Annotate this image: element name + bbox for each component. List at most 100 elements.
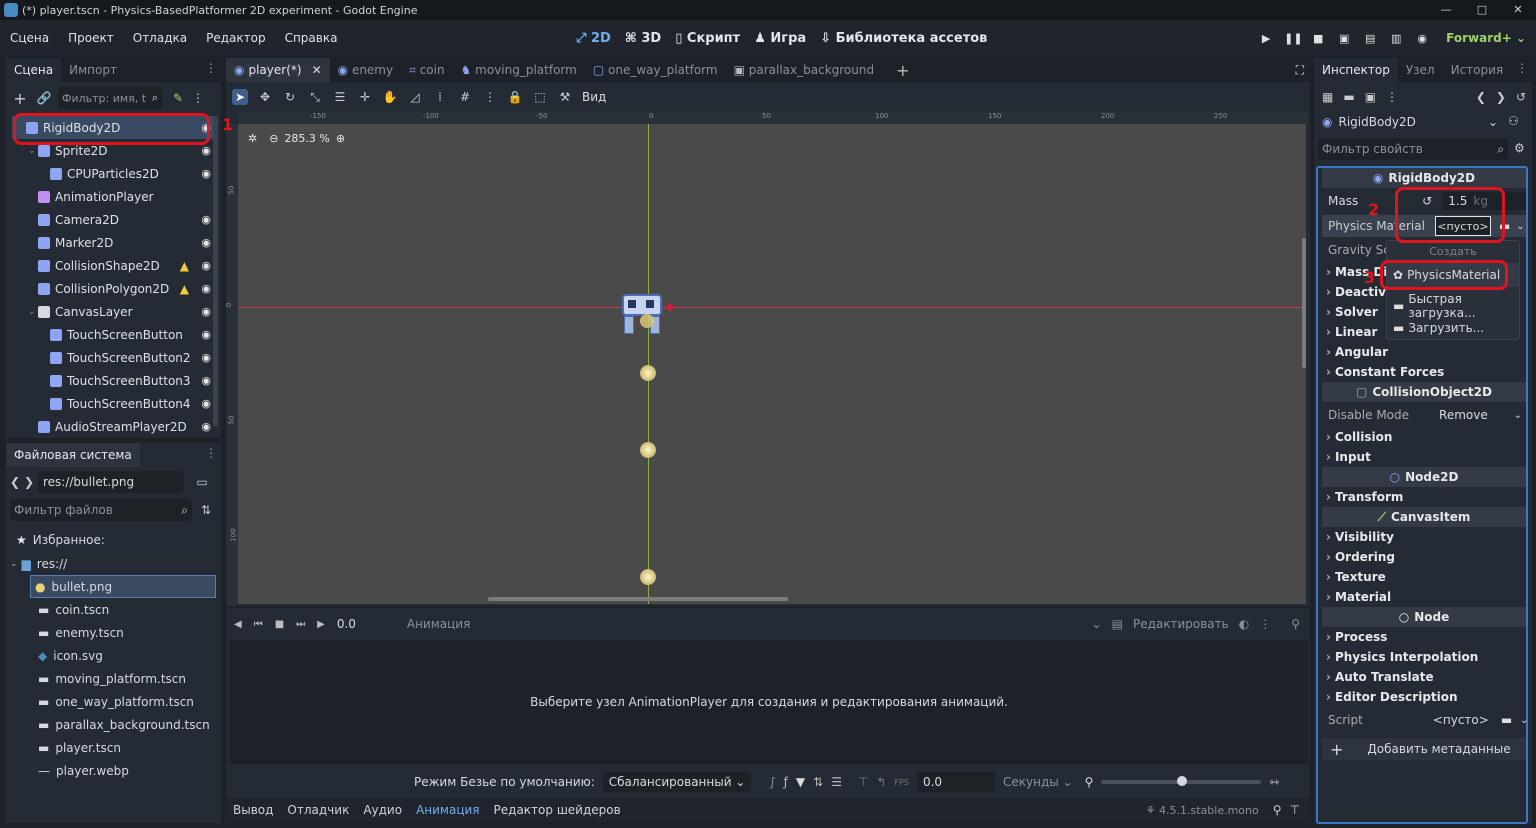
forward-icon[interactable]: ❯ xyxy=(24,475,38,489)
visibility-eye-icon[interactable]: ◉ xyxy=(201,259,211,272)
ruler-tool-icon[interactable]: ◿ xyxy=(407,89,423,105)
mode-script-button[interactable]: ▯ Скрипт xyxy=(675,31,740,46)
disable-mode-select[interactable]: Remove xyxy=(1439,408,1488,422)
zoom-slider[interactable] xyxy=(1101,776,1262,786)
view-menu[interactable]: Вид xyxy=(582,90,606,104)
animation-tools-icon[interactable]: ▤ xyxy=(1112,617,1123,631)
menu-debug[interactable]: Отладка xyxy=(123,31,196,45)
fs-root[interactable]: res:// xyxy=(37,557,67,571)
mode-game-button[interactable]: ♟ Игра xyxy=(754,31,806,46)
inspector-section[interactable]: › Auto Translate xyxy=(1322,667,1526,687)
anim-dropdown-icon[interactable]: ⌄ xyxy=(1092,617,1102,631)
animation-label[interactable]: Анимация xyxy=(407,617,470,631)
expand-bottom-icon[interactable]: ⊤ xyxy=(1290,803,1300,817)
play-scene-icon[interactable]: ▤ xyxy=(1362,32,1378,45)
scene-scrollbar[interactable] xyxy=(213,116,218,426)
v-scrollbar[interactable] xyxy=(1302,238,1306,368)
file-item[interactable]: ◆ icon.svg xyxy=(6,644,216,667)
open-resource-icon[interactable]: ▬ xyxy=(1343,90,1354,104)
tab-animation[interactable]: Анимация xyxy=(409,803,486,817)
smart-snap-icon[interactable]: ⁞ xyxy=(432,89,448,105)
zoom-out-icon[interactable]: ⊖ xyxy=(269,132,278,145)
fs-menu-icon[interactable]: ⋮ xyxy=(205,446,217,460)
movie-maker-icon[interactable]: ◉ xyxy=(1414,32,1430,45)
menu-scene[interactable]: Сцена xyxy=(0,31,58,45)
list-icon[interactable]: ☰ xyxy=(831,775,842,789)
tab-inspector[interactable]: Инспектор xyxy=(1314,58,1398,82)
scene-node[interactable]: CollisionPolygon2D ▲ ◉ xyxy=(12,277,217,300)
tree-expand-icon[interactable]: ⌄ xyxy=(28,307,38,317)
play-custom-icon[interactable]: ▥ xyxy=(1388,32,1404,45)
popup-item-load[interactable]: ▬ Загрузить... xyxy=(1387,317,1519,339)
player-sprite[interactable] xyxy=(620,294,666,338)
play-from-start-icon[interactable]: ⏭ xyxy=(296,619,305,630)
tab-moving-platform[interactable]: ♞ moving_platform xyxy=(453,58,585,82)
sort-icon[interactable]: ⇅ xyxy=(198,502,214,518)
reset-icon[interactable]: ↰ xyxy=(876,775,886,789)
inspected-node-select[interactable]: ◉ RigidBody2D ⌄ xyxy=(1320,110,1500,134)
tree-expand-icon[interactable]: ⌄ xyxy=(28,146,38,156)
resource-menu-icon[interactable]: ⋮ xyxy=(1386,90,1398,104)
popup-item-quick-load[interactable]: ▬ Быстрая загрузка... xyxy=(1387,292,1519,320)
menu-editor[interactable]: Редактор xyxy=(196,31,274,45)
mode-asset-library-button[interactable]: ⇩ Библиотека ассетов xyxy=(820,31,987,46)
visibility-eye-icon[interactable]: ◉ xyxy=(201,213,211,226)
chevron-down-icon[interactable]: ⌄ xyxy=(10,559,18,569)
maximize-button[interactable]: □ xyxy=(1464,0,1500,20)
visibility-eye-icon[interactable]: ◉ xyxy=(201,236,211,249)
anim-time-input[interactable]: 0.0 xyxy=(337,617,395,631)
select-tool-icon[interactable]: ➤ xyxy=(232,89,248,105)
snap-unit-select[interactable]: Секунды ⌄ xyxy=(1003,775,1073,789)
scene-filter-input[interactable]: Фильтр: имя, t ⌕ xyxy=(58,87,162,109)
scene-node[interactable]: CPUParticles2D ◉ xyxy=(12,162,217,185)
file-item[interactable]: — player.webp xyxy=(6,759,216,782)
split-mode-icon[interactable]: ▭ xyxy=(194,474,210,490)
bullet-sprite[interactable] xyxy=(640,442,656,458)
scene-node[interactable]: Marker2D ◉ xyxy=(12,231,217,254)
scene-node[interactable]: ⌄ CanvasLayer ◉ xyxy=(12,300,217,323)
new-resource-icon[interactable]: ▦ xyxy=(1322,90,1333,104)
add-node-icon[interactable]: + xyxy=(12,89,28,108)
fs-filter-input[interactable]: Фильтр файлов ⌕ xyxy=(10,499,192,521)
group-icon[interactable]: ⬚ xyxy=(532,89,548,105)
node-settings-icon[interactable]: ⚇ xyxy=(1508,114,1519,128)
scene-node[interactable]: Camera2D ◉ xyxy=(12,208,217,231)
visibility-eye-icon[interactable]: ◉ xyxy=(201,282,211,295)
tab-enemy[interactable]: ◉ enemy xyxy=(330,58,401,82)
scene-node[interactable]: AudioStreamPlayer2D ◉ xyxy=(12,415,217,438)
inspector-section[interactable]: › Angular xyxy=(1322,342,1526,362)
scene-node[interactable]: AnimationPlayer xyxy=(12,185,217,208)
add-tab-icon[interactable]: + xyxy=(896,61,909,80)
load-script-icon[interactable]: ▬ xyxy=(1501,713,1512,727)
inspector-section[interactable]: › Constant Forces xyxy=(1322,362,1526,382)
zoom-in-icon[interactable]: ⊕ xyxy=(336,132,345,145)
fs-path-input[interactable]: res://bullet.png xyxy=(38,471,184,493)
center-view-icon[interactable]: ✲ xyxy=(248,132,257,145)
filter-icon[interactable]: ▼ xyxy=(796,775,805,789)
onion-skin-icon[interactable]: ◐ xyxy=(1239,617,1249,631)
chevron-down-icon[interactable]: ⌄ xyxy=(1516,221,1524,232)
back-icon[interactable]: ❮ xyxy=(10,475,24,489)
warning-icon[interactable]: ▲ xyxy=(180,259,189,273)
bezier-icon[interactable]: ∫ xyxy=(769,775,775,789)
zoom-level[interactable]: 285.3 % xyxy=(284,132,329,145)
tab-import[interactable]: Импорт xyxy=(61,58,125,82)
scene-node[interactable]: TouchScreenButton ◉ xyxy=(12,323,217,346)
dock-menu-icon[interactable]: ⋮ xyxy=(205,61,217,75)
scene-menu-icon[interactable]: ⋮ xyxy=(190,90,206,106)
property-filter-input[interactable]: Фильтр свойств ⌕ xyxy=(1318,138,1508,160)
inspector-section[interactable]: › Material xyxy=(1322,587,1526,607)
bezier-mode-select[interactable]: Сбалансированный ⌄ xyxy=(602,772,752,792)
file-item[interactable]: ▬ moving_platform.tscn xyxy=(6,667,216,690)
canvas-viewport[interactable]: ✲ ⊖ 285.3 % ⊕ xyxy=(238,124,1306,604)
file-item[interactable]: ▬ coin.tscn xyxy=(6,598,216,621)
history-forward-icon[interactable]: ❯ xyxy=(1496,90,1506,104)
visibility-eye-icon[interactable]: ◉ xyxy=(201,397,211,410)
distraction-free-icon[interactable]: ⛶ xyxy=(1296,63,1304,78)
lock-icon[interactable]: 🔒 xyxy=(507,89,523,105)
mode-2d-button[interactable]: ⤢ 2D xyxy=(576,31,611,46)
link-icon[interactable]: 🔗 xyxy=(36,90,52,106)
anim-menu-icon[interactable]: ⋮ xyxy=(1259,617,1271,631)
fx-icon[interactable]: ƒ xyxy=(784,775,788,789)
visibility-eye-icon[interactable]: ◉ xyxy=(201,305,211,318)
